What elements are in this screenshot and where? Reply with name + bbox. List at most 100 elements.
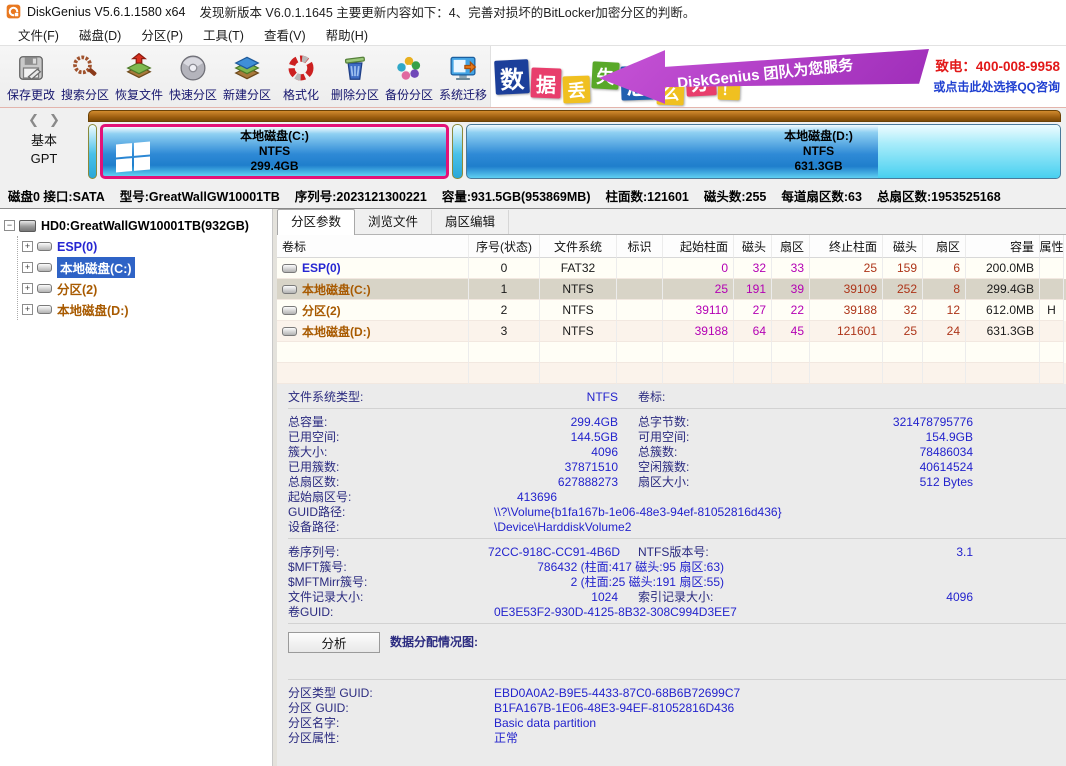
partition-icon	[282, 285, 297, 294]
menu-item-1[interactable]: 磁盘(D)	[69, 23, 131, 46]
partition-bar-text: 本地磁盘(D:)	[784, 129, 853, 144]
toolbar-button-1[interactable]: 搜索分区	[58, 48, 112, 106]
table-header-cell[interactable]: 标识	[617, 235, 663, 258]
tree-item-2[interactable]: +分区(2)	[18, 278, 270, 299]
tree-children: +ESP(0)+本地磁盘(C:)+分区(2)+本地磁盘(D:)	[17, 236, 270, 320]
tree-item-3[interactable]: +本地磁盘(D:)	[18, 299, 270, 320]
disk-navigator: ❮ ❯ 基本 GPT	[0, 108, 88, 183]
disk-partition-本地磁盘(D:)[interactable]: 本地磁盘(D:)NTFS631.3GB	[466, 124, 1061, 179]
detail-value: EBD0A0A2-B9E5-4433-87C0-68B6B72699C7	[488, 686, 740, 700]
detail-row: 分区名字:Basic data partition	[288, 715, 1066, 730]
table-cell: 6	[923, 258, 966, 279]
quick-partition-icon	[177, 52, 209, 84]
detail-label: 分区属性:	[288, 729, 488, 746]
table-cell	[1040, 279, 1064, 300]
table-cell: FAT32	[540, 258, 617, 279]
toolbar-button-3[interactable]: 快速分区	[166, 48, 220, 106]
search-partition-icon	[69, 52, 101, 84]
toolbar-button-4[interactable]: 新建分区	[220, 48, 274, 106]
toolbar-button-8[interactable]: 系统迁移	[436, 48, 490, 106]
toolbar-button-7[interactable]: 备份分区	[382, 48, 436, 106]
toolbar-button-0[interactable]: 保存更改	[4, 48, 58, 106]
tree-item-0[interactable]: +ESP(0)	[18, 236, 270, 257]
menu-item-5[interactable]: 帮助(H)	[316, 23, 378, 46]
table-header-cell[interactable]: 起始柱面	[663, 235, 734, 258]
toolbar-button-6[interactable]: 删除分区	[328, 48, 382, 106]
table-cell: 1	[469, 279, 540, 300]
toolbar-button-2[interactable]: 恢复文件	[112, 48, 166, 106]
table-header-cell[interactable]: 属性	[1040, 235, 1064, 258]
partition-bar-text: 299.4GB	[250, 159, 298, 174]
table-cell: 45	[772, 321, 810, 342]
tree-item-1[interactable]: +本地磁盘(C:)	[18, 257, 270, 278]
table-cell: 分区(2)	[277, 300, 469, 321]
detail-label: 文件系统类型:	[288, 388, 488, 405]
disk-partition-ESP(0)[interactable]	[88, 124, 97, 179]
menu-item-4[interactable]: 查看(V)	[254, 23, 316, 46]
tree-root-hd0[interactable]: −HD0:GreatWallGW10001TB(932GB)	[4, 215, 270, 236]
table-row-3[interactable]: 本地磁盘(D:)3NTFS3918864451216012524631.3GB	[277, 321, 1066, 342]
table-header-cell[interactable]: 磁头	[734, 235, 772, 258]
new-partition-icon	[231, 52, 263, 84]
detail-value: 512 Bytes	[788, 475, 973, 489]
detail-value: 正常	[488, 729, 518, 746]
table-cell: 191	[734, 279, 772, 300]
menu-item-3[interactable]: 工具(T)	[193, 23, 254, 46]
tab-0[interactable]: 分区参数	[277, 209, 355, 235]
menu-item-2[interactable]: 分区(P)	[131, 23, 193, 46]
table-row-2[interactable]: 分区(2)2NTFS391102722391883212612.0MBH	[277, 300, 1066, 321]
table-row-0[interactable]: ESP(0)0FAT3203233251596200.0MB	[277, 258, 1066, 279]
detail-value: Basic data partition	[488, 716, 596, 730]
next-disk-arrow-icon[interactable]: ❯	[49, 112, 60, 128]
toolbar-button-5[interactable]: 格式化	[274, 48, 328, 106]
table-cell: 25	[663, 279, 734, 300]
free-space-region	[878, 125, 1060, 178]
detail-value: 40614524	[788, 460, 973, 474]
expand-box-icon[interactable]: +	[22, 262, 33, 273]
partition-bar-text: 631.3GB	[794, 159, 842, 174]
analyze-button[interactable]: 分析	[288, 632, 380, 653]
floppy-save-icon	[15, 52, 47, 84]
disk-type-label: 基本	[31, 130, 57, 149]
table-header-cell[interactable]: 卷标	[277, 235, 469, 258]
banner-contact[interactable]: 致电：400-008-9958 或点击此处选择QQ咨询	[933, 55, 1060, 95]
format-icon	[285, 52, 317, 84]
expand-box-icon[interactable]: +	[22, 283, 33, 294]
disk-partition-分区(2)[interactable]	[452, 124, 463, 179]
table-cell	[277, 342, 469, 363]
table-row-4[interactable]	[277, 342, 1066, 363]
detail-value: 3.1	[788, 545, 973, 559]
hard-disk-icon	[19, 220, 36, 232]
detail-row: $MFTMirr簇号:2 (柱面:25 磁头:191 扇区:55)	[288, 574, 1066, 589]
table-cell	[617, 300, 663, 321]
menu-item-0[interactable]: 文件(F)	[8, 23, 69, 46]
detail-row: 总扇区数:627888273扇区大小:512 Bytes	[288, 474, 1066, 489]
table-header-cell[interactable]: 磁头	[883, 235, 923, 258]
promo-banner[interactable]: 数据丢失怎么办！ DiskGenius 团队为您服务 致电：400-008-99…	[490, 46, 1066, 107]
table-row-1[interactable]: 本地磁盘(C:)1NTFS2519139391092528299.4GB	[277, 279, 1066, 300]
expand-box-icon[interactable]: +	[22, 241, 33, 252]
table-header-cell[interactable]: 序号(状态)	[469, 235, 540, 258]
table-header-cell[interactable]: 扇区	[772, 235, 810, 258]
banner-qq-link[interactable]: 或点击此处选择QQ咨询	[933, 78, 1060, 95]
table-cell	[277, 363, 469, 384]
table-header-cell[interactable]: 文件系统	[540, 235, 617, 258]
table-header-cell[interactable]: 容量	[966, 235, 1040, 258]
partition-table: 卷标序号(状态)文件系统标识起始柱面磁头扇区终止柱面磁头扇区容量属性ESP(0)…	[277, 235, 1066, 384]
table-row-5[interactable]	[277, 363, 1066, 384]
table-cell	[810, 363, 883, 384]
tab-2[interactable]: 扇区编辑	[432, 210, 509, 234]
table-header-cell[interactable]: 扇区	[923, 235, 966, 258]
table-cell: 25	[810, 258, 883, 279]
collapse-box-icon[interactable]: −	[4, 220, 15, 231]
table-header-cell[interactable]: 终止柱面	[810, 235, 883, 258]
prev-disk-arrow-icon[interactable]: ❮	[28, 112, 39, 128]
table-cell	[966, 342, 1040, 363]
tab-1[interactable]: 浏览文件	[355, 210, 432, 234]
expand-box-icon[interactable]: +	[22, 304, 33, 315]
detail-row: GUID路径:\\?\Volume{b1fa167b-1e06-48e3-94e…	[288, 504, 1066, 519]
disk-info-item-1: 型号:GreatWallGW10001TB	[120, 186, 280, 205]
table-cell	[923, 363, 966, 384]
partition-icon	[282, 327, 297, 336]
disk-partition-本地磁盘(C:)[interactable]: 本地磁盘(C:)NTFS299.4GB	[100, 124, 449, 179]
